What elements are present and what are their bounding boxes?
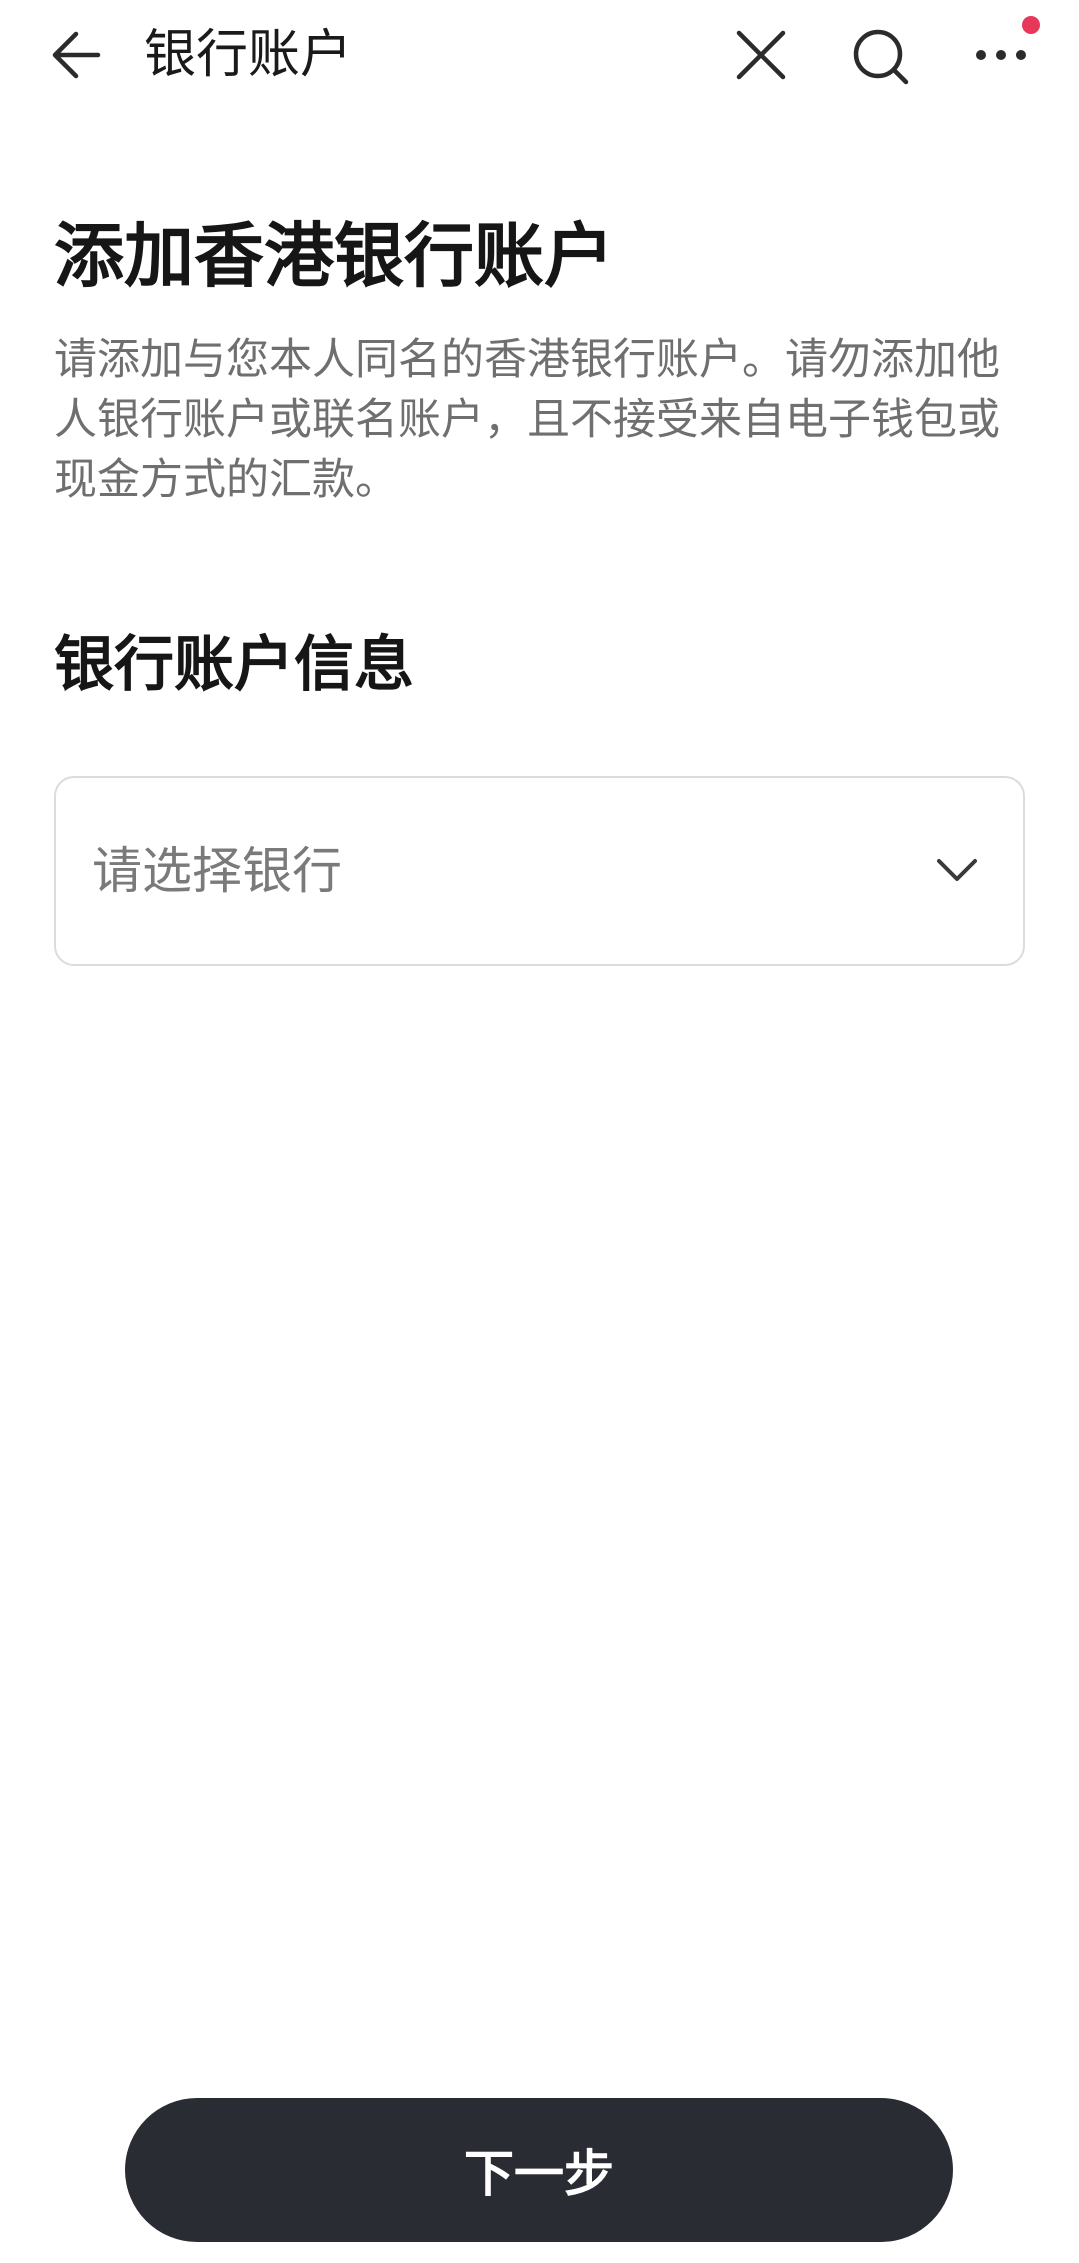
search-button[interactable] <box>846 22 916 92</box>
page-description: 请添加与您本人同名的香港银行账户。请勿添加他人银行账户或联名账户，且不接受来自电… <box>54 335 1000 505</box>
nav-title: 银行账户 <box>144 25 353 85</box>
notification-dot <box>1022 16 1040 34</box>
close-icon <box>736 30 786 80</box>
close-button[interactable] <box>728 22 794 88</box>
top-nav-bar: 银行账户 <box>0 0 1079 112</box>
chevron-down-icon <box>927 840 987 900</box>
next-button[interactable]: 下一步 <box>125 2098 953 2242</box>
bank-select-placeholder: 请选择银行 <box>92 842 342 900</box>
search-icon <box>853 29 909 85</box>
page: 银行账户 添加香港银行账户 请添加与您本人同名的香港银行账户。请勿添加他人银行账… <box>0 0 1079 2263</box>
section-title-bank-info: 银行账户信息 <box>54 630 414 700</box>
bank-select-dropdown[interactable]: 请选择银行 <box>54 776 1025 966</box>
page-headline: 添加香港银行账户 <box>54 215 614 297</box>
more-dots-icon <box>976 50 1026 60</box>
back-button[interactable] <box>42 22 108 88</box>
arrow-left-icon <box>52 31 101 79</box>
